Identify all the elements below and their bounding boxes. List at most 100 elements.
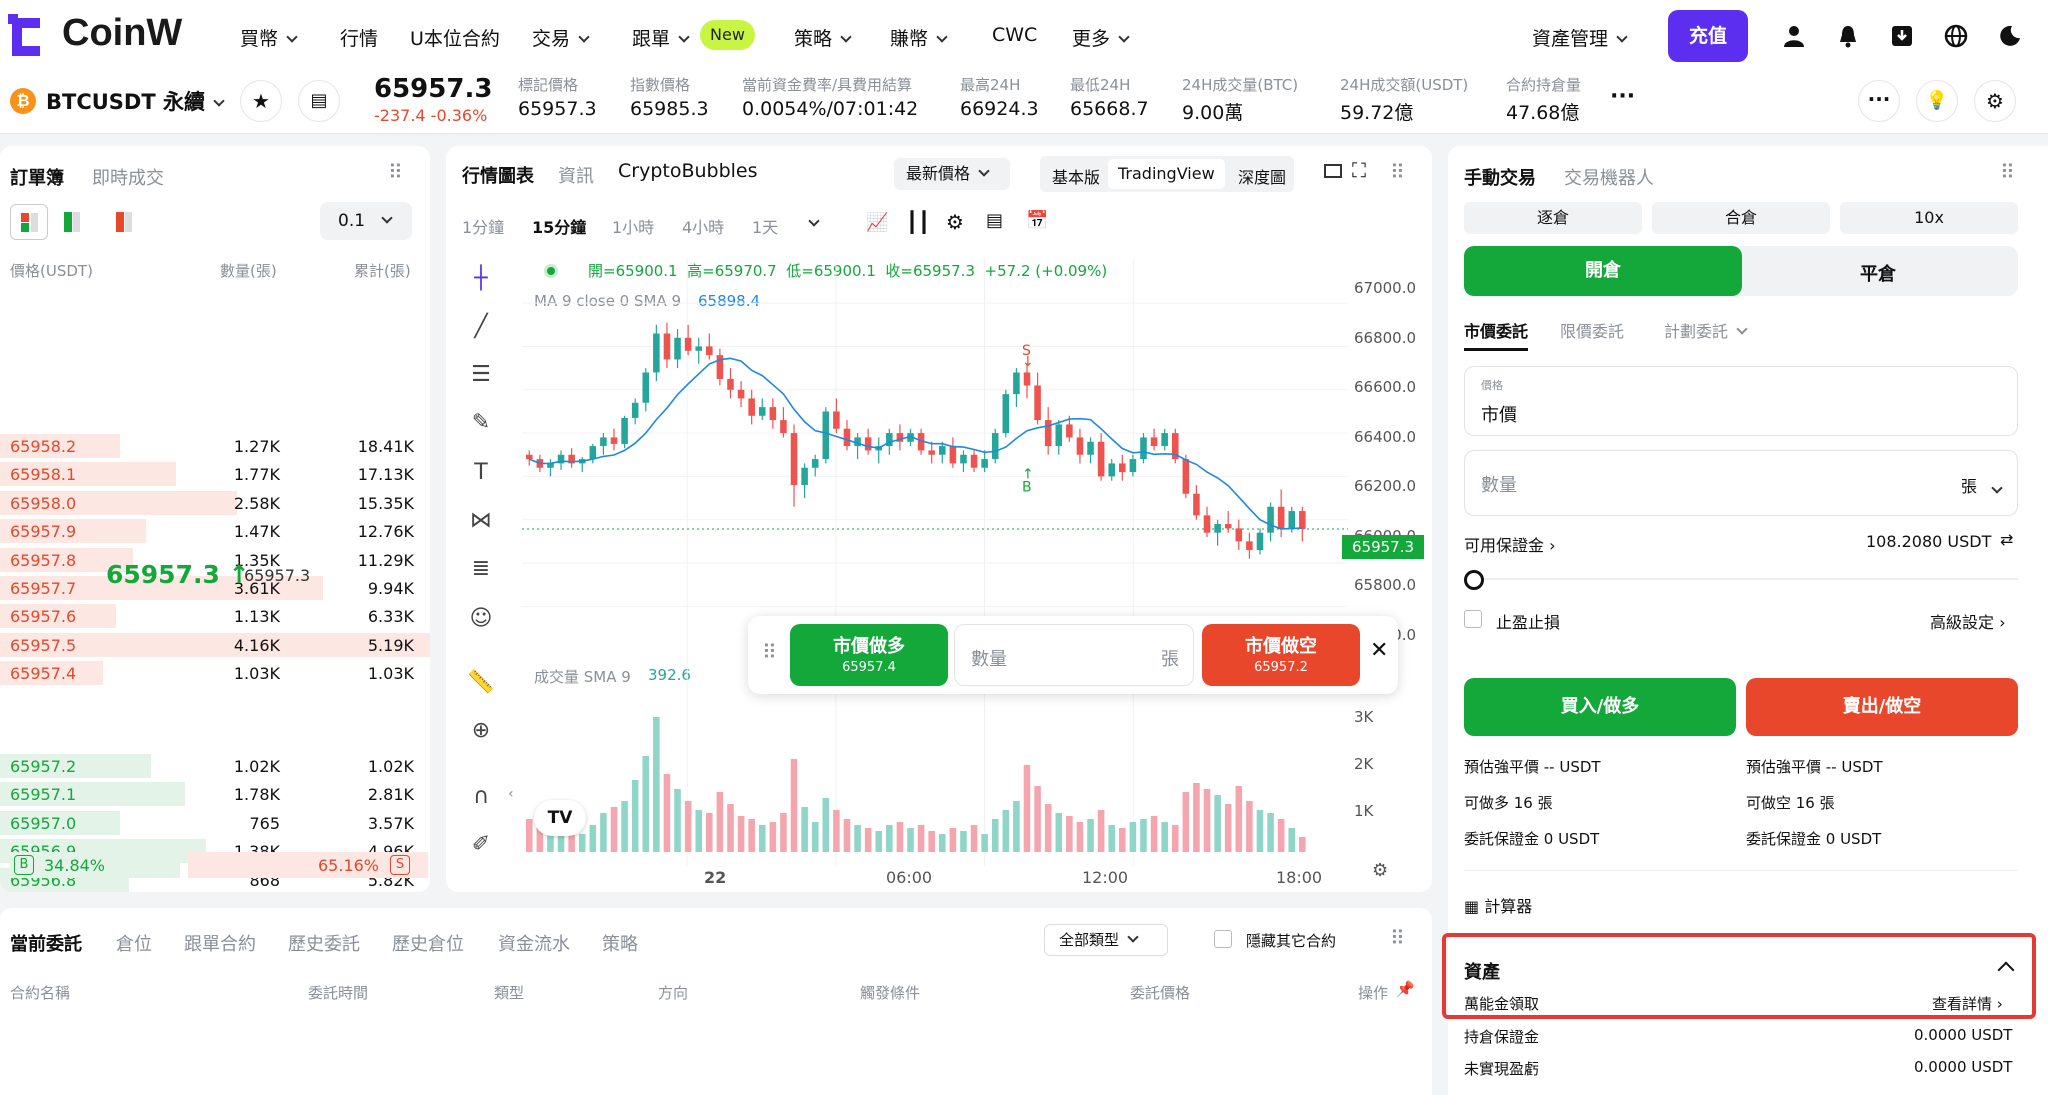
- pattern-icon[interactable]: ⋈: [464, 504, 498, 538]
- type-filter-select[interactable]: 全部類型: [1044, 924, 1168, 956]
- magnet-icon[interactable]: ∩: [464, 780, 498, 814]
- margin-cross[interactable]: 合倉: [1652, 202, 1830, 234]
- drag-handle-icon[interactable]: ⠿: [388, 160, 403, 184]
- ruler-icon[interactable]: 📏: [464, 666, 498, 700]
- globe-icon[interactable]: [1944, 24, 1968, 52]
- calendar-icon[interactable]: 📅: [1026, 210, 1048, 231]
- sell-short-button[interactable]: 賣出/做空: [1746, 678, 2018, 736]
- transfer-icon[interactable]: ⇄: [2000, 530, 2013, 549]
- orders-tab[interactable]: 歷史倉位: [392, 930, 464, 956]
- quantity-slider[interactable]: [1464, 568, 2018, 590]
- nav-trade[interactable]: 交易: [532, 24, 590, 51]
- orderbook-row[interactable]: 65958.1 1.77K 17.13K: [0, 460, 430, 488]
- tab-recent-trades[interactable]: 即時成交: [92, 164, 164, 190]
- fullscreen-icon[interactable]: ⛶: [1352, 158, 1366, 182]
- orderbook-row[interactable]: 65957.0 765 3.57K: [0, 809, 430, 837]
- orders-tab[interactable]: 資金流水: [498, 930, 570, 956]
- orderbook-row[interactable]: 65957.2 1.02K 1.02K: [0, 752, 430, 780]
- favorite-star-icon[interactable]: ★: [240, 80, 282, 122]
- interval-1h[interactable]: 1小時: [612, 214, 654, 238]
- more-options-icon[interactable]: ···: [1858, 80, 1900, 122]
- orderbook-row[interactable]: 65957.6 1.13K 6.33K: [0, 602, 430, 630]
- orders-tab[interactable]: 倉位: [116, 930, 152, 956]
- text-tool-icon[interactable]: T: [464, 456, 498, 490]
- collapse-toolbar-icon[interactable]: ‹: [508, 786, 514, 802]
- orderbook-row[interactable]: 65957.1 1.78K 2.81K: [0, 780, 430, 808]
- deposit-button[interactable]: 充值: [1668, 10, 1748, 62]
- emoji-icon[interactable]: ☺: [464, 602, 498, 636]
- logo-text[interactable]: CoinW: [62, 12, 182, 55]
- hide-other-checkbox[interactable]: [1214, 930, 1232, 948]
- quick-qty-input[interactable]: 數量 張: [954, 624, 1194, 686]
- tpsl-checkbox[interactable]: [1464, 610, 1482, 628]
- coinw-logo[interactable]: [6, 14, 46, 60]
- template-icon[interactable]: ▤: [986, 210, 1003, 231]
- nav-copy-trading[interactable]: 跟單: [632, 24, 690, 51]
- interval-1d[interactable]: 1天: [752, 214, 778, 238]
- unit-select[interactable]: 張: [1961, 473, 1977, 497]
- dark-mode-icon[interactable]: [1998, 24, 2022, 52]
- lock-draw-icon[interactable]: ✐: [464, 828, 498, 862]
- tab-chart[interactable]: 行情圖表: [462, 162, 534, 188]
- chart-settings-icon[interactable]: ⚙: [946, 210, 964, 234]
- price-field[interactable]: 價格 市價: [1464, 366, 2018, 436]
- interval-more-icon[interactable]: [800, 214, 820, 233]
- close-position-tab[interactable]: 平倉: [1860, 260, 1896, 286]
- orderbook-row[interactable]: 65958.2 1.27K 18.41K: [0, 432, 430, 460]
- interval-4h[interactable]: 4小時: [682, 214, 724, 238]
- drag-handle-icon[interactable]: ⠿: [2000, 160, 2015, 184]
- settings-gear-icon[interactable]: ⚙: [1974, 80, 2016, 122]
- leverage-select[interactable]: 10x: [1840, 202, 2018, 234]
- orderbook-row[interactable]: 65958.0 2.58K 15.35K: [0, 489, 430, 517]
- download-icon[interactable]: [1890, 24, 1914, 52]
- crosshair-icon[interactable]: ┼: [464, 262, 498, 296]
- pin-icon[interactable]: 📌: [1396, 980, 1415, 998]
- tab-trading-bot[interactable]: 交易機器人: [1564, 164, 1654, 190]
- calculator-button[interactable]: ▦ 計算器: [1464, 893, 1532, 917]
- chart-reset-icon[interactable]: ⚙: [1372, 860, 1388, 881]
- trend-line-icon[interactable]: ╱: [464, 310, 498, 344]
- more-stats-icon[interactable]: ···: [1610, 84, 1635, 109]
- tab-cryptobubbles[interactable]: CryptoBubbles: [618, 160, 758, 182]
- orders-tab[interactable]: 跟單合約: [184, 930, 256, 956]
- window-icon[interactable]: [1324, 164, 1342, 178]
- buy-long-button[interactable]: 買入/做多: [1464, 678, 1736, 736]
- drag-handle-icon[interactable]: ⠿: [1390, 160, 1405, 184]
- orderbook-row[interactable]: 65957.9 1.47K 12.76K: [0, 517, 430, 545]
- candle-type-icon[interactable]: ┃┃: [906, 210, 930, 234]
- open-position-tab[interactable]: 開倉: [1464, 246, 1742, 296]
- lightbulb-icon[interactable]: 💡: [1916, 80, 1958, 122]
- nav-strategy[interactable]: 策略: [794, 24, 852, 51]
- orderbook-row[interactable]: 65957.4 1.03K 1.03K: [0, 659, 430, 687]
- advanced-settings-link[interactable]: 高級設定 ›: [1930, 609, 2006, 633]
- symbol-selector[interactable]: BTCUSDT 永續: [46, 86, 225, 116]
- orders-tab[interactable]: 當前委託: [10, 930, 82, 956]
- nav-more[interactable]: 更多: [1072, 24, 1130, 51]
- tab-manual-trade[interactable]: 手動交易: [1464, 164, 1536, 190]
- interval-1m[interactable]: 1分鐘: [462, 214, 504, 238]
- view-basic[interactable]: 基本版: [1052, 164, 1100, 188]
- view-bids-icon[interactable]: [64, 212, 80, 232]
- horizontal-lines-icon[interactable]: ☰: [464, 358, 498, 392]
- nav-markets[interactable]: 行情: [340, 24, 378, 51]
- view-details-link[interactable]: 查看詳情 ›: [1932, 993, 2003, 1014]
- order-type-market[interactable]: 市價委託: [1464, 318, 1529, 351]
- nav-buy-crypto[interactable]: 買幣: [240, 24, 298, 51]
- view-tradingview[interactable]: TradingView: [1108, 159, 1225, 189]
- bell-icon[interactable]: [1836, 24, 1860, 52]
- tab-order-book[interactable]: 訂單簿: [10, 164, 64, 190]
- tradingview-logo[interactable]: TV: [534, 800, 586, 836]
- brush-icon[interactable]: ✎: [464, 406, 498, 440]
- order-type-limit[interactable]: 限價委託: [1560, 318, 1624, 342]
- nav-usdt-futures[interactable]: U本位合約: [410, 24, 500, 51]
- indicators-icon[interactable]: 📈: [866, 212, 888, 233]
- nav-earn[interactable]: 賺幣: [890, 24, 948, 51]
- orderbook-row[interactable]: 65957.5 4.16K 5.19K: [0, 631, 430, 659]
- drag-handle-icon[interactable]: ⠿: [762, 640, 777, 664]
- order-type-plan[interactable]: 計劃委託: [1664, 318, 1748, 342]
- fib-icon[interactable]: ≣: [464, 552, 498, 586]
- drag-handle-icon[interactable]: ⠿: [1390, 926, 1405, 950]
- nav-cwc[interactable]: CWC: [992, 24, 1037, 46]
- market-long-button[interactable]: 市價做多 65957.4: [790, 624, 948, 686]
- market-short-button[interactable]: 市價做空 65957.2: [1202, 624, 1360, 686]
